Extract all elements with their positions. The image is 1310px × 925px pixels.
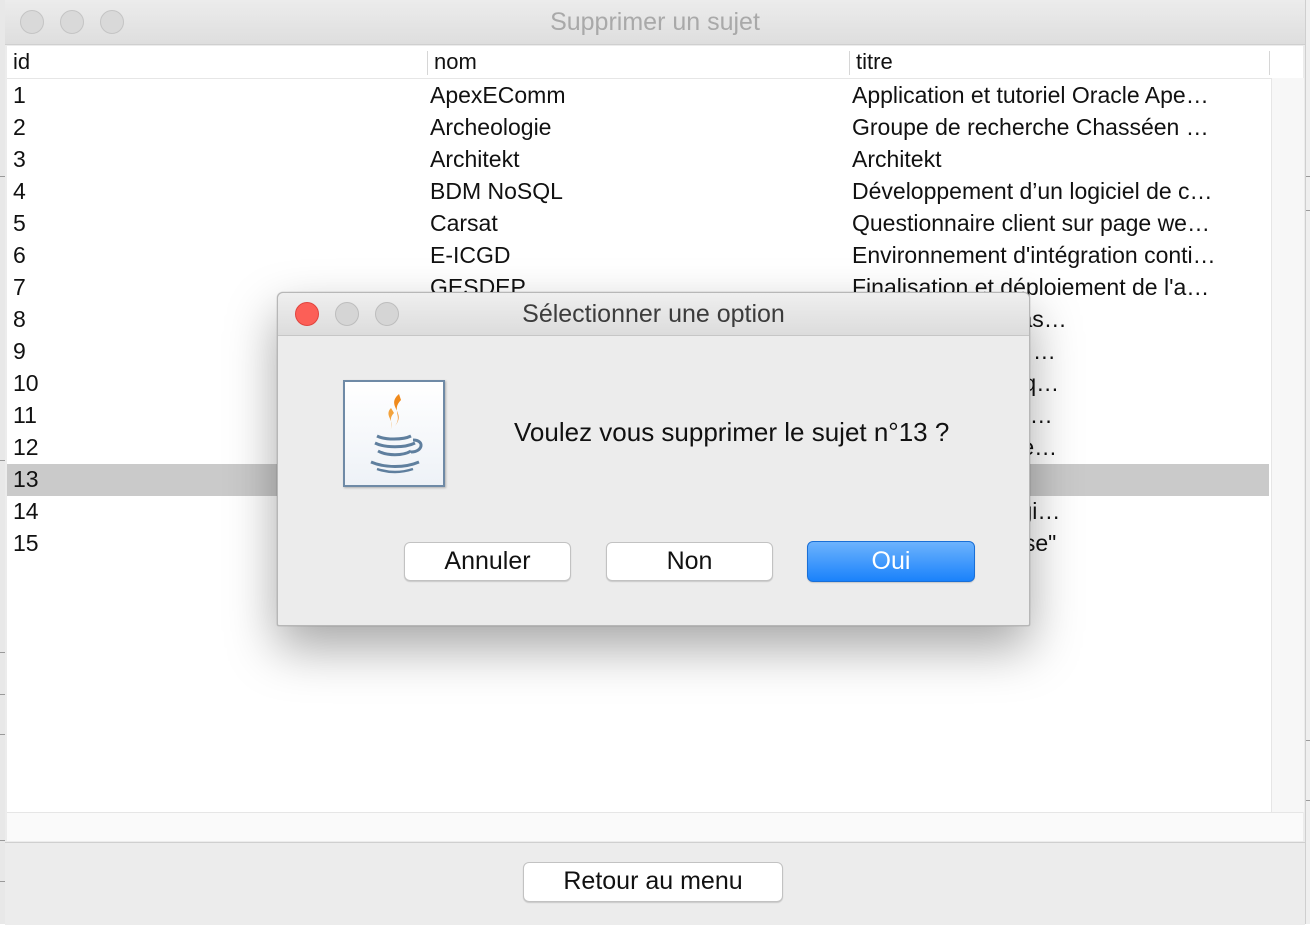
confirm-delete-dialog: Sélectionner une option Voulez vous supp… (277, 292, 1030, 626)
cell-nom: Architekt (430, 146, 520, 172)
dialog-titlebar[interactable]: Sélectionner une option (278, 293, 1029, 336)
cell-titre: Questionnaire client sur page we… (852, 210, 1210, 236)
cell-titre: Développement d’un logiciel de c… (852, 178, 1213, 204)
cell-id: 1 (13, 82, 26, 108)
cell-titre: Environnement d'intégration conti… (852, 242, 1216, 268)
cell-nom: BDM NoSQL (430, 178, 563, 204)
column-header-titre[interactable]: titre (856, 49, 893, 75)
no-button[interactable]: Non (606, 542, 773, 581)
table-row[interactable]: 4 BDM NoSQL Développement d’un logiciel de… (7, 176, 1269, 208)
table-row[interactable]: 6 E-ICGD Environnement d'intégration conti… (7, 240, 1269, 272)
cell-titre: Architekt (852, 146, 942, 172)
cell-id: 6 (13, 242, 26, 268)
cell-nom: Archeologie (430, 114, 552, 140)
column-header-id[interactable]: id (13, 49, 30, 75)
java-coffee-cup-icon (343, 380, 445, 487)
back-to-menu-button[interactable]: Retour au menu (523, 862, 783, 902)
dialog-message: Voulez vous supprimer le sujet n°13 ? (514, 417, 950, 447)
table-row[interactable]: 3 Architekt Architekt (7, 144, 1269, 176)
background-window-edge-right (1305, 0, 1310, 924)
bottom-panel: Retour au menu (5, 842, 1305, 925)
yes-button[interactable]: Oui (807, 541, 975, 582)
cell-titre: Application et tutoriel Oracle Ape… (852, 82, 1209, 108)
table-row[interactable]: 5 Carsat Questionnaire client sur page we… (7, 208, 1269, 240)
column-header-nom[interactable]: nom (434, 49, 477, 75)
cell-id: 5 (13, 210, 26, 236)
cancel-button[interactable]: Annuler (404, 542, 571, 581)
column-divider[interactable] (1269, 51, 1270, 75)
window-titlebar[interactable]: Supprimer un sujet (5, 0, 1305, 45)
vertical-scrollbar[interactable] (1271, 78, 1304, 812)
table-row[interactable]: 1 ApexEComm Application et tutoriel Oracle… (7, 80, 1269, 112)
table-header: id nom titre (7, 46, 1271, 79)
dialog-title: Sélectionner une option (522, 300, 785, 328)
cell-id: 4 (13, 178, 26, 204)
horizontal-scrollbar[interactable] (7, 812, 1303, 841)
cell-nom: Carsat (430, 210, 498, 236)
cell-nom: ApexEComm (430, 82, 566, 108)
column-divider[interactable] (427, 51, 428, 75)
column-divider[interactable] (849, 51, 850, 75)
cell-titre: Groupe de recherche Chasséen … (852, 114, 1209, 140)
cell-nom: E-ICGD (430, 242, 511, 268)
cell-id: 3 (13, 146, 26, 172)
table-row[interactable]: 2 Archeologie Groupe de recherche Chasséen… (7, 112, 1269, 144)
window-title: Supprimer un sujet (550, 8, 760, 36)
cell-id: 2 (13, 114, 26, 140)
